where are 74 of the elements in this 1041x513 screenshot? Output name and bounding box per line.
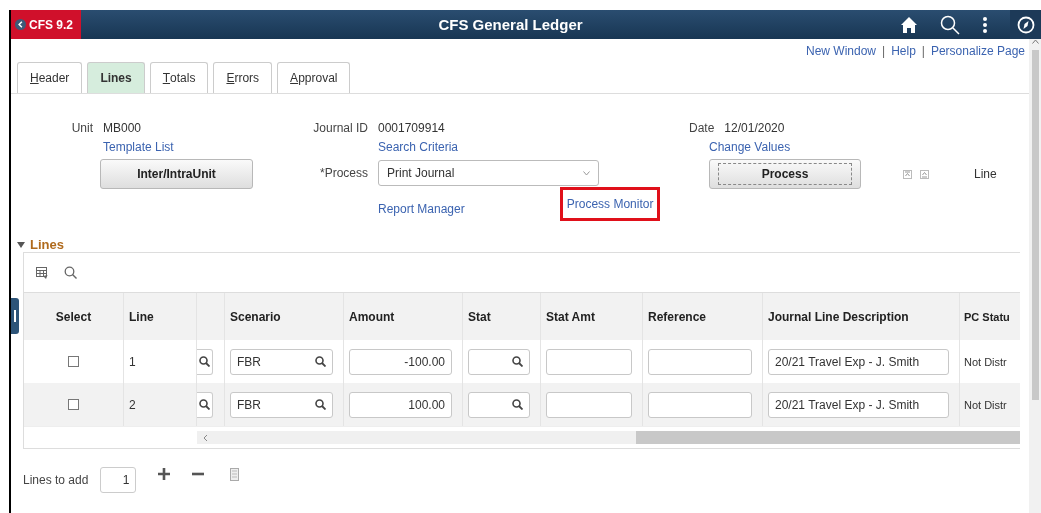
line-number: 2 xyxy=(129,397,136,412)
stat-amount-field[interactable] xyxy=(546,348,632,375)
add-icon[interactable] xyxy=(158,468,171,480)
side-panel-tab[interactable] xyxy=(11,298,19,334)
description-field[interactable]: 20/21 Travel Exp - J. Smith xyxy=(768,391,949,418)
description-field[interactable]: 20/21 Travel Exp - J. Smith xyxy=(768,348,949,375)
date-label: Date xyxy=(689,121,715,135)
unit-value: MB000 xyxy=(103,121,142,135)
home-icon[interactable] xyxy=(900,15,918,34)
page-tab[interactable]: Approval xyxy=(277,62,351,93)
search-icon[interactable] xyxy=(315,399,326,410)
scroll-left-icon[interactable] xyxy=(203,433,208,442)
stat-amount-field[interactable] xyxy=(546,391,632,418)
column-header: PC Statu xyxy=(963,309,1011,325)
stat-field[interactable] xyxy=(468,348,530,375)
search-icon[interactable] xyxy=(512,399,523,410)
journal-id-value: 0001709914 xyxy=(378,121,445,135)
pc-status-text: Not Distr xyxy=(964,398,1007,411)
grid-settings-icon[interactable] xyxy=(36,266,48,279)
page-title: CFS General Ledger xyxy=(437,16,584,33)
back-icon xyxy=(15,19,26,30)
link-separator: | xyxy=(882,44,886,60)
header-link[interactable]: Personalize Page xyxy=(930,44,1025,60)
search-icon[interactable] xyxy=(64,266,77,279)
date-value: 12/01/2020 xyxy=(724,121,785,135)
scenario-field[interactable]: FBR xyxy=(230,391,333,418)
search-icon[interactable] xyxy=(512,356,523,367)
horizontal-scrollbar[interactable] xyxy=(197,431,1020,444)
search-icon xyxy=(199,356,210,367)
journal-id-label: Journal ID xyxy=(312,121,368,135)
scenario-field[interactable]: FBR xyxy=(230,348,333,375)
page-tab[interactable]: Lines xyxy=(87,62,145,93)
line-number: 1 xyxy=(129,354,136,369)
page-tab[interactable]: Totals xyxy=(149,62,209,93)
line-label: Line xyxy=(974,167,997,181)
amount-field[interactable]: 100.00 xyxy=(349,391,452,418)
lookup-button[interactable] xyxy=(197,348,213,375)
lines-to-add-label: Lines to add xyxy=(23,473,89,487)
compass-icon[interactable] xyxy=(1016,15,1035,34)
back-button[interactable]: CFS 9.2 xyxy=(11,10,81,39)
interunit-button[interactable]: Inter/IntraUnit xyxy=(100,159,253,189)
page-tab[interactable]: Header xyxy=(17,62,83,93)
header-link[interactable]: Help xyxy=(891,44,916,60)
search-icon xyxy=(199,399,210,410)
stat-field[interactable] xyxy=(468,391,530,418)
remove-icon[interactable] xyxy=(192,472,205,476)
unit-label: Unit xyxy=(70,121,93,135)
process-button[interactable]: Process xyxy=(709,159,861,189)
reference-field[interactable] xyxy=(648,348,752,375)
process-label: *Process xyxy=(318,166,368,180)
change-values-link[interactable]: Change Values xyxy=(709,140,1029,154)
collapse-triangle-icon[interactable] xyxy=(17,241,25,248)
page-tab[interactable]: Errors xyxy=(213,62,273,93)
search-icon[interactable] xyxy=(940,14,960,35)
scroll-up-icon[interactable] xyxy=(1031,39,1039,44)
search-criteria-link[interactable]: Search Criteria xyxy=(378,140,671,154)
section-title: Lines xyxy=(30,237,64,252)
reference-field[interactable] xyxy=(648,391,752,418)
search-icon[interactable] xyxy=(315,356,326,367)
dropdown-caret-icon xyxy=(583,170,590,176)
report-manager-link[interactable]: Report Manager xyxy=(378,202,465,216)
template-list-link[interactable]: Template List xyxy=(103,140,291,154)
header-link[interactable]: New Window xyxy=(805,44,876,60)
process-dropdown[interactable]: Print Journal xyxy=(378,160,599,186)
more-icon[interactable] xyxy=(982,15,988,34)
lookup-button[interactable] xyxy=(197,391,213,418)
pc-status-text: Not Distr xyxy=(964,355,1007,368)
process-monitor-link[interactable]: Process Monitor xyxy=(559,187,661,221)
amount-field[interactable]: -100.00 xyxy=(349,348,452,375)
select-checkbox[interactable] xyxy=(68,399,79,410)
select-checkbox[interactable] xyxy=(68,356,79,367)
vertical-scrollbar[interactable] xyxy=(1029,39,1041,513)
link-separator: | xyxy=(921,44,925,60)
lines-to-add-field[interactable]: 1 xyxy=(100,467,137,493)
